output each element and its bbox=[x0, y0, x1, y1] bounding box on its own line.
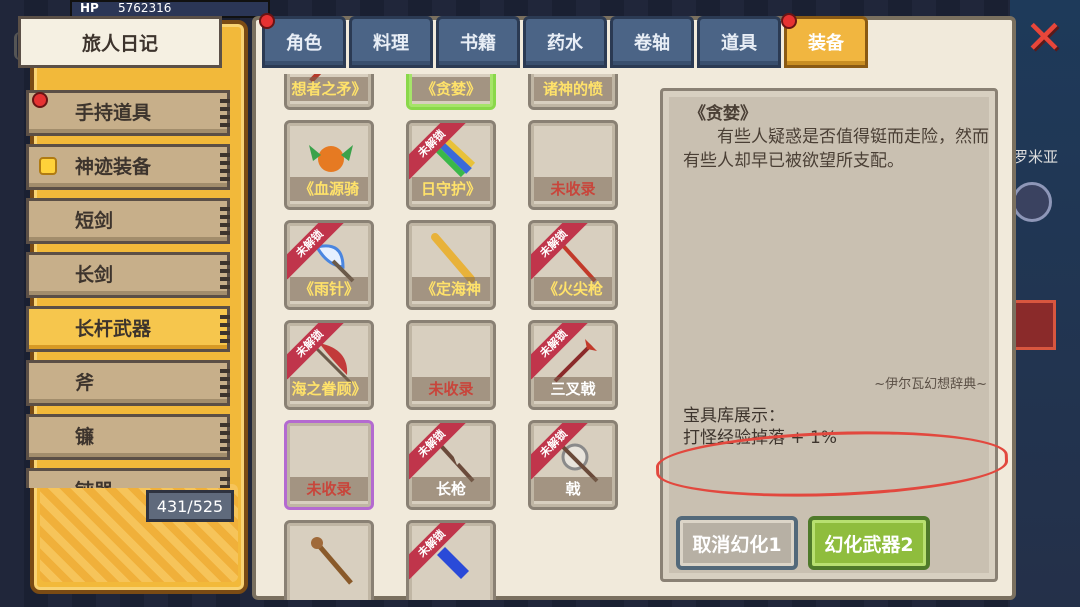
item-cell[interactable]: 未解锁 《火尖枪 bbox=[528, 220, 618, 310]
tab-items[interactable]: 道具 bbox=[697, 16, 781, 68]
item-name: 戟 bbox=[534, 477, 612, 501]
item-detail-description: 有些人疑惑是否值得铤而走险，然而有些人却早已被欲望所支配。 bbox=[683, 127, 989, 171]
tab-label: 装备 bbox=[808, 33, 844, 54]
tab-equipment[interactable]: 装备 bbox=[781, 13, 868, 68]
item-grid-scroll[interactable]: 想者之矛》 《贪婪》 诸神的愤 《血源骑 未解锁 日守护》 未收录 未解锁 《雨… bbox=[276, 74, 644, 600]
category-item-polearm[interactable]: 长杆武器 bbox=[26, 306, 230, 352]
item-name: 《贪婪》 bbox=[412, 77, 490, 101]
item-name: 《火尖枪 bbox=[534, 277, 612, 301]
category-label: 神迹装备 bbox=[75, 156, 152, 178]
item-cell[interactable]: 未解锁 海之眷顾》 bbox=[284, 320, 374, 410]
category-item-dagger[interactable]: 短剑 bbox=[26, 198, 230, 244]
item-cell[interactable]: 未解锁 《雨针》 bbox=[284, 220, 374, 310]
notification-dot bbox=[32, 92, 48, 108]
item-detail-source: ~伊尔瓦幻想辞典~ bbox=[874, 377, 987, 392]
category-item-scythe[interactable]: 镰 bbox=[26, 414, 230, 460]
category-item-blunt[interactable]: 钝器 bbox=[26, 468, 230, 488]
mace-icon bbox=[311, 537, 353, 585]
tab-label: 料理 bbox=[373, 33, 409, 54]
zigzag-edge bbox=[220, 423, 230, 453]
category-label: 手持道具 bbox=[75, 102, 152, 124]
zigzag-edge bbox=[220, 99, 230, 129]
collection-count: 431/525 bbox=[146, 490, 234, 522]
crate-icon bbox=[1010, 300, 1056, 350]
item-name: 想者之矛》 bbox=[290, 77, 368, 101]
item-cell[interactable] bbox=[284, 520, 374, 600]
item-name: 海之眷顾》 bbox=[290, 377, 368, 401]
close-icon[interactable]: ✕ bbox=[1022, 14, 1066, 60]
item-name: 《定海神 bbox=[412, 277, 490, 301]
item-cell-selected[interactable]: 《贪婪》 bbox=[406, 74, 496, 110]
category-label: 短剑 bbox=[75, 210, 114, 232]
cancel-transmog-button[interactable]: 取消幻化1 bbox=[676, 516, 798, 570]
item-name: 未收录 bbox=[534, 177, 612, 201]
item-cell[interactable]: 未收录 bbox=[406, 320, 496, 410]
item-name: 长枪 bbox=[412, 477, 490, 501]
item-name: 未收录 bbox=[412, 377, 490, 401]
category-item-handheld[interactable]: 手持道具 bbox=[26, 90, 230, 136]
item-name: 《血源骑 bbox=[290, 177, 368, 201]
item-detail-panel: 《贪婪》 有些人疑惑是否值得铤而走险，然而有些人却早已被欲望所支配。 ~伊尔瓦幻… bbox=[660, 88, 998, 582]
item-name: 三叉戟 bbox=[534, 377, 612, 401]
item-cell[interactable]: 《血源骑 bbox=[284, 120, 374, 210]
item-name: 诸神的愤 bbox=[534, 77, 612, 101]
tab-label: 道具 bbox=[721, 33, 757, 54]
tab-potions[interactable]: 药水 bbox=[523, 16, 607, 68]
item-cell[interactable]: 未解锁 三叉戟 bbox=[528, 320, 618, 410]
zigzag-edge bbox=[220, 153, 230, 183]
item-cell[interactable]: 《定海神 bbox=[406, 220, 496, 310]
tab-label: 药水 bbox=[547, 33, 583, 54]
item-cell[interactable]: 未解锁 bbox=[406, 520, 496, 600]
category-item-axe[interactable]: 斧 bbox=[26, 360, 230, 406]
item-cell[interactable]: 诸神的愤 bbox=[528, 74, 618, 110]
tab-bar: 角色 料理 书籍 药水 卷轴 道具 装备 bbox=[259, 13, 868, 68]
zigzag-edge bbox=[220, 315, 230, 345]
item-name: 未收录 bbox=[290, 477, 368, 501]
zigzag-edge bbox=[220, 261, 230, 291]
hud-hp-label: HP bbox=[80, 1, 99, 15]
category-label: 长剑 bbox=[75, 264, 114, 286]
item-cell[interactable]: 未收录 bbox=[528, 120, 618, 210]
tab-scrolls[interactable]: 卷轴 bbox=[610, 16, 694, 68]
item-name: 《雨针》 bbox=[290, 277, 368, 301]
zigzag-edge bbox=[220, 477, 230, 488]
zigzag-edge bbox=[220, 207, 230, 237]
tab-books[interactable]: 书籍 bbox=[436, 16, 520, 68]
hud-hp-value: 5762316 bbox=[118, 1, 172, 15]
map-location-label: 罗米亚 bbox=[1012, 148, 1058, 166]
category-item-longsword[interactable]: 长剑 bbox=[26, 252, 230, 298]
notification-dot bbox=[259, 13, 275, 29]
item-detail-title: 《贪婪》 bbox=[689, 104, 757, 124]
gear-icon[interactable] bbox=[1012, 182, 1052, 222]
tab-label: 书籍 bbox=[460, 33, 496, 54]
category-label: 镰 bbox=[75, 426, 95, 448]
spiral-binding-icon bbox=[14, 32, 36, 60]
item-cell[interactable]: 未收录 bbox=[284, 420, 374, 510]
zigzag-edge bbox=[220, 369, 230, 399]
item-cell[interactable]: 未解锁 戟 bbox=[528, 420, 618, 510]
tab-label: 角色 bbox=[286, 33, 322, 54]
transmog-weapon-button[interactable]: 幻化武器2 bbox=[808, 516, 930, 570]
item-cell[interactable]: 未解锁 日守护》 bbox=[406, 120, 496, 210]
journal-title: 旅人日记 bbox=[18, 16, 222, 68]
tab-cooking[interactable]: 料理 bbox=[349, 16, 433, 68]
category-item-miracle-gear[interactable]: 神迹装备 bbox=[26, 144, 230, 190]
item-cell[interactable]: 未解锁 长枪 bbox=[406, 420, 496, 510]
item-cell[interactable]: 想者之矛》 bbox=[284, 74, 374, 110]
notification-dot bbox=[781, 13, 797, 29]
category-label: 长杆武器 bbox=[75, 318, 152, 340]
category-label: 斧 bbox=[75, 372, 95, 394]
tab-character[interactable]: 角色 bbox=[259, 13, 346, 68]
item-grid: 想者之矛》 《贪婪》 诸神的愤 《血源骑 未解锁 日守护》 未收录 未解锁 《雨… bbox=[284, 74, 618, 600]
gem-icon bbox=[39, 157, 57, 175]
item-name: 日守护》 bbox=[412, 177, 490, 201]
tab-label: 卷轴 bbox=[634, 33, 670, 54]
category-list: 手持道具 神迹装备 短剑 长剑 长杆武器 斧 镰 钝器 bbox=[26, 90, 230, 488]
category-label: 钝器 bbox=[75, 480, 113, 488]
